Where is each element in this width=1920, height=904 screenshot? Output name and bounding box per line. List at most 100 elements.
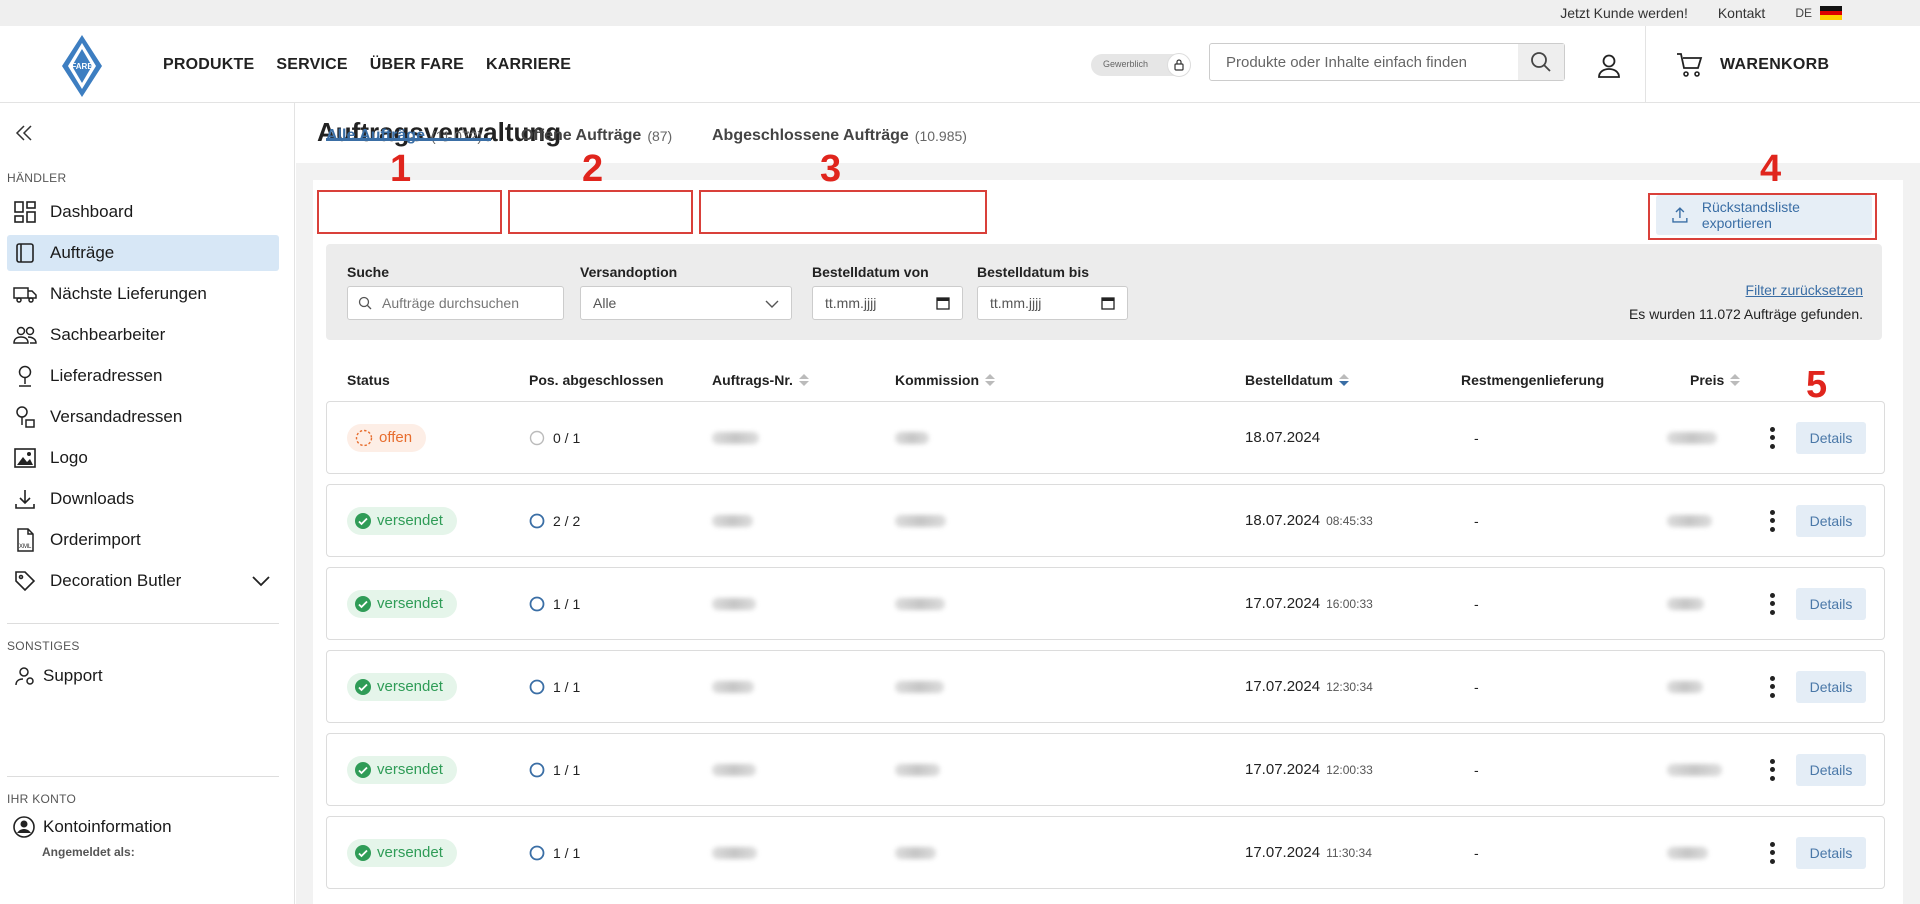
cart-button[interactable]: WARENKORB — [1645, 26, 1920, 103]
nav-service[interactable]: SERVICE — [276, 56, 347, 74]
order-number-redacted — [712, 431, 759, 444]
sidebar-item-label: Kontoinformation — [43, 817, 172, 836]
details-button[interactable]: Details — [1796, 587, 1866, 620]
order-date: 18.07.2024 08:45:33 — [1245, 512, 1373, 529]
table-row[interactable]: versendet 1 / 1 17.07.2024 16:00:33 - Details — [326, 567, 1885, 640]
german-flag-icon — [1820, 6, 1842, 21]
order-date: 18.07.2024 — [1245, 429, 1321, 446]
sidebar-item-label: Support — [43, 666, 103, 685]
sidebar-item-orders[interactable]: Aufträge — [7, 235, 279, 271]
shipping-option-label: Versandoption — [580, 264, 678, 280]
calendar-icon[interactable] — [1101, 296, 1115, 310]
table-row[interactable]: versendet 1 / 1 17.07.2024 12:30:34 - Details — [326, 650, 1885, 723]
svg-text:FARE: FARE — [71, 62, 93, 71]
tab-open-orders[interactable]: Offene Aufträge (87) — [521, 85, 672, 144]
account-circle-icon — [13, 814, 35, 840]
truck-icon — [12, 281, 38, 307]
location-pin-icon — [12, 363, 38, 389]
more-options-icon[interactable] — [1769, 675, 1775, 698]
collapse-sidebar-icon[interactable] — [14, 123, 34, 143]
tab-label: Offene Aufträge — [521, 127, 642, 144]
sidebar-item-decoration-butler[interactable]: Decoration Butler — [7, 563, 279, 599]
sidebar-item-dashboard[interactable]: Dashboard — [7, 194, 279, 230]
sidebar-item-support[interactable]: Support — [7, 658, 279, 694]
reset-filters-link[interactable]: Filter zurücksetzen — [1746, 282, 1863, 298]
orders-icon — [12, 240, 38, 266]
date-to-input[interactable]: tt.mm.jjjj — [977, 286, 1128, 320]
order-number-redacted — [712, 846, 757, 859]
details-button[interactable]: Details — [1796, 753, 1866, 786]
sidebar-item-logo[interactable]: Logo — [7, 440, 279, 476]
tab-completed-orders[interactable]: Abgeschlossene Aufträge (10.985) — [712, 85, 967, 144]
commission-redacted — [895, 763, 940, 776]
check-circle-icon — [355, 678, 371, 695]
more-options-icon[interactable] — [1769, 841, 1775, 864]
user-account-icon[interactable] — [1596, 53, 1622, 79]
table-row[interactable]: versendet 2 / 2 18.07.2024 08:45:33 - Details — [326, 484, 1885, 557]
fare-logo-icon[interactable]: FARE — [60, 33, 104, 99]
contact-link[interactable]: Kontakt — [1718, 5, 1765, 21]
more-options-icon[interactable] — [1769, 758, 1775, 781]
export-backlog-button[interactable]: Rückstandsliste exportieren — [1656, 195, 1872, 235]
column-header-order-number[interactable]: Auftrags-Nr. — [712, 372, 809, 388]
section-label-account: IHR KONTO — [7, 792, 77, 806]
positions-completed: 0 / 1 — [529, 430, 580, 446]
details-button[interactable]: Details — [1796, 504, 1866, 537]
column-header-remaining: Restmengenlieferung — [1461, 372, 1605, 388]
search-button[interactable] — [1518, 44, 1564, 80]
sidebar-item-next-deliveries[interactable]: Nächste Lieferungen — [7, 276, 279, 312]
more-options-icon[interactable] — [1769, 592, 1775, 615]
calendar-icon[interactable] — [936, 296, 950, 310]
upload-icon — [1672, 207, 1688, 223]
cart-label: WARENKORB — [1720, 55, 1830, 73]
sort-icon — [985, 374, 996, 386]
sidebar-item-label: Versandadressen — [50, 407, 183, 426]
price-redacted — [1667, 846, 1708, 859]
order-date: 17.07.2024 12:00:33 — [1245, 761, 1373, 778]
tag-icon — [12, 568, 38, 594]
column-header-commission[interactable]: Kommission — [895, 372, 996, 388]
nav-career[interactable]: KARRIERE — [486, 56, 571, 74]
cart-icon — [1677, 52, 1703, 77]
sidebar-item-order-import[interactable]: XML Orderimport — [7, 522, 279, 558]
become-customer-link[interactable]: Jetzt Kunde werden! — [1560, 5, 1688, 21]
more-options-icon[interactable] — [1769, 426, 1775, 449]
commission-redacted — [895, 431, 929, 444]
progress-circle-icon — [529, 430, 545, 445]
date-from-input[interactable]: tt.mm.jjjj — [812, 286, 963, 320]
more-options-icon[interactable] — [1769, 509, 1775, 532]
table-row[interactable]: offen 0 / 1 18.07.2024 - Details — [326, 401, 1885, 474]
table-row[interactable]: versendet 1 / 1 17.07.2024 11:30:34 - Details — [326, 816, 1885, 889]
column-header-price[interactable]: Preis — [1690, 372, 1741, 388]
chevron-down-icon[interactable] — [251, 572, 271, 590]
table-row[interactable]: versendet 1 / 1 17.07.2024 12:00:33 - Details — [326, 733, 1885, 806]
column-header-order-date[interactable]: Bestelldatum — [1245, 372, 1349, 388]
sidebar-item-downloads[interactable]: Downloads — [7, 481, 279, 517]
details-button[interactable]: Details — [1796, 670, 1866, 703]
tab-all-orders[interactable]: Alle Aufträge (11.072) — [326, 85, 482, 144]
order-date: 17.07.2024 11:30:34 — [1245, 844, 1372, 861]
details-button[interactable]: Details — [1796, 421, 1866, 454]
sidebar-item-shipping-addresses[interactable]: Versandadressen — [7, 399, 279, 435]
details-button[interactable]: Details — [1796, 836, 1866, 869]
site-search-input[interactable] — [1210, 44, 1518, 80]
sidebar-item-account-info[interactable]: Kontoinformation — [7, 809, 279, 845]
sidebar-item-clerks[interactable]: Sachbearbeiter — [7, 317, 279, 353]
business-toggle[interactable]: Gewerblich — [1091, 53, 1191, 77]
column-header-positions: Pos. abgeschlossen — [529, 372, 664, 388]
price-redacted — [1667, 597, 1704, 610]
order-search-input[interactable] — [382, 295, 563, 311]
price-redacted — [1667, 763, 1722, 776]
sidebar-item-label: Decoration Butler — [50, 571, 182, 590]
logged-in-as: Angemeldet als: — [42, 845, 135, 859]
xml-file-icon: XML — [12, 527, 38, 553]
sort-desc-icon — [1338, 374, 1349, 386]
positions-completed: 1 / 1 — [529, 596, 580, 612]
nav-about[interactable]: ÜBER FARE — [370, 56, 464, 74]
nav-products[interactable]: PRODUKTE — [163, 56, 254, 74]
language-switcher[interactable]: DE — [1795, 6, 1842, 21]
sidebar-item-delivery-addresses[interactable]: Lieferadressen — [7, 358, 279, 394]
shipping-option-select[interactable]: Alle — [580, 286, 792, 320]
order-date: 17.07.2024 16:00:33 — [1245, 595, 1373, 612]
check-circle-icon — [355, 844, 371, 861]
